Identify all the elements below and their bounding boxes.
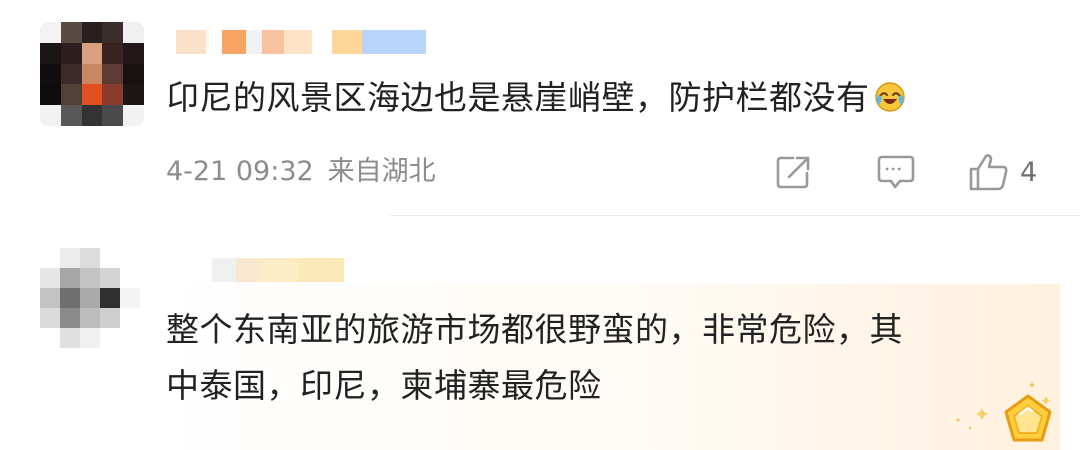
user-avatar-blurred[interactable]	[40, 22, 144, 126]
comment-text-line-1: 整个东南亚的旅游市场都很野蛮的，非常危险，其	[166, 310, 903, 349]
divider	[390, 215, 1080, 216]
comment-meta: 4-21 09:32 来自湖北	[166, 152, 436, 192]
comment-text: 卬尼的风景区海边也是悬崖峭壁，防护栏都没有	[166, 72, 906, 124]
thumbs-up-icon	[969, 154, 1008, 191]
like-button[interactable]: 4	[968, 150, 1058, 194]
comment-icon	[877, 155, 915, 189]
comment-text-line-2: 中泰国，印尼，柬埔寨最危险	[166, 366, 602, 405]
share-button[interactable]	[772, 150, 816, 194]
like-count: 4	[1020, 156, 1038, 188]
share-icon	[776, 156, 810, 189]
gold-pentagon-badge-icon	[956, 382, 1052, 442]
user-avatar-blurred[interactable]	[40, 248, 140, 348]
username-blurred[interactable]	[212, 258, 344, 282]
reply-button[interactable]	[874, 150, 918, 194]
username-blurred[interactable]	[176, 30, 426, 54]
timestamp: 4-21 09:32	[166, 156, 314, 187]
laughing-crying-emoji-icon	[874, 82, 905, 112]
location: 来自湖北	[327, 156, 436, 187]
